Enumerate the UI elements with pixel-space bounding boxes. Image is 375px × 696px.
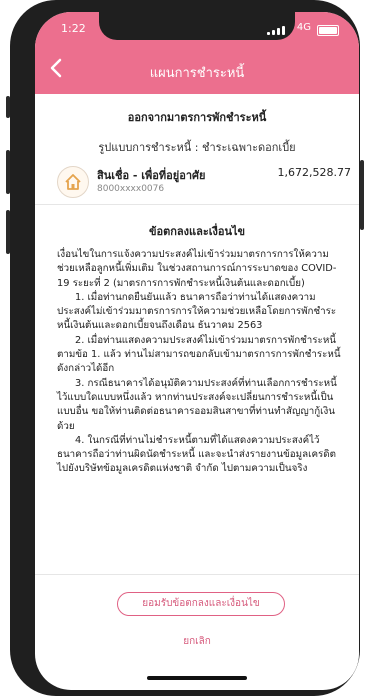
power-button [360, 160, 364, 230]
volume-down-button [6, 210, 10, 254]
terms-intro: เงื่อนไขในการแจ้งความประสงค์ไม่เข้าร่วมม… [57, 249, 337, 289]
home-indicator [147, 676, 247, 680]
volume-up-button [6, 150, 10, 194]
home-icon [57, 166, 89, 198]
signal-icon [267, 26, 285, 35]
accept-terms-button[interactable]: ยอมรับข้อตกลงและเงื่อนไข [117, 592, 285, 616]
cancel-button[interactable]: ยกเลิก [35, 634, 359, 649]
account-number: 8000xxxx0076 [97, 184, 165, 194]
status-bar: 1:22 4G [35, 22, 359, 40]
battery-icon [317, 25, 339, 36]
account-name: สินเชื่อ - เพื่อที่อยู่อาศัย [97, 169, 206, 182]
status-time: 1:22 [61, 22, 86, 35]
divider [35, 574, 359, 575]
payment-type: รูปแบบการชำระหนี้ : ชำระเฉพาะดอกเบี้ย [98, 141, 296, 154]
terms-item-3: 3. กรณีธนาคารได้อนุมัติความประสงค์ที่ท่า… [57, 377, 337, 432]
terms-title: ข้อตกลงและเงื่อนไข [148, 225, 246, 238]
terms-item-2: 2. เมื่อท่านแสดงความประสงค์ไม่เข้าร่วมมา… [57, 334, 341, 375]
account-card: สินเชื่อ - เพื่อที่อยู่อาศัย 8000xxxx007… [49, 162, 351, 204]
page-title: แผนการชำระหนี้ [149, 66, 245, 81]
terms-content: เงื่อนไขในการแจ้งความประสงค์ไม่เข้าร่วมม… [57, 248, 345, 477]
terms-item-1: 1. เมื่อท่านกดยืนยันแล้ว ธนาคารถือว่าท่า… [57, 291, 337, 332]
divider [35, 204, 359, 205]
account-amount: 1,672,528.77 [277, 166, 351, 179]
terms-item-4: 4. ในกรณีที่ท่านไม่ชำระหนี้ตามที่ได้แสดง… [57, 434, 337, 475]
app-screen: 1:22 4G แผนการชำระหนี้ ออกจากมาตรการพักช… [35, 12, 359, 690]
app-header: 1:22 4G แผนการชำระหนี้ [35, 12, 359, 94]
nav-bar: แผนการชำระหนี้ [35, 56, 359, 86]
mute-switch [6, 96, 10, 118]
section-title: ออกจากมาตรการพักชำระหนี้ [127, 111, 267, 124]
phone-frame: 1:22 4G แผนการชำระหนี้ ออกจากมาตรการพักช… [6, 0, 364, 696]
network-label: 4G [296, 22, 311, 33]
